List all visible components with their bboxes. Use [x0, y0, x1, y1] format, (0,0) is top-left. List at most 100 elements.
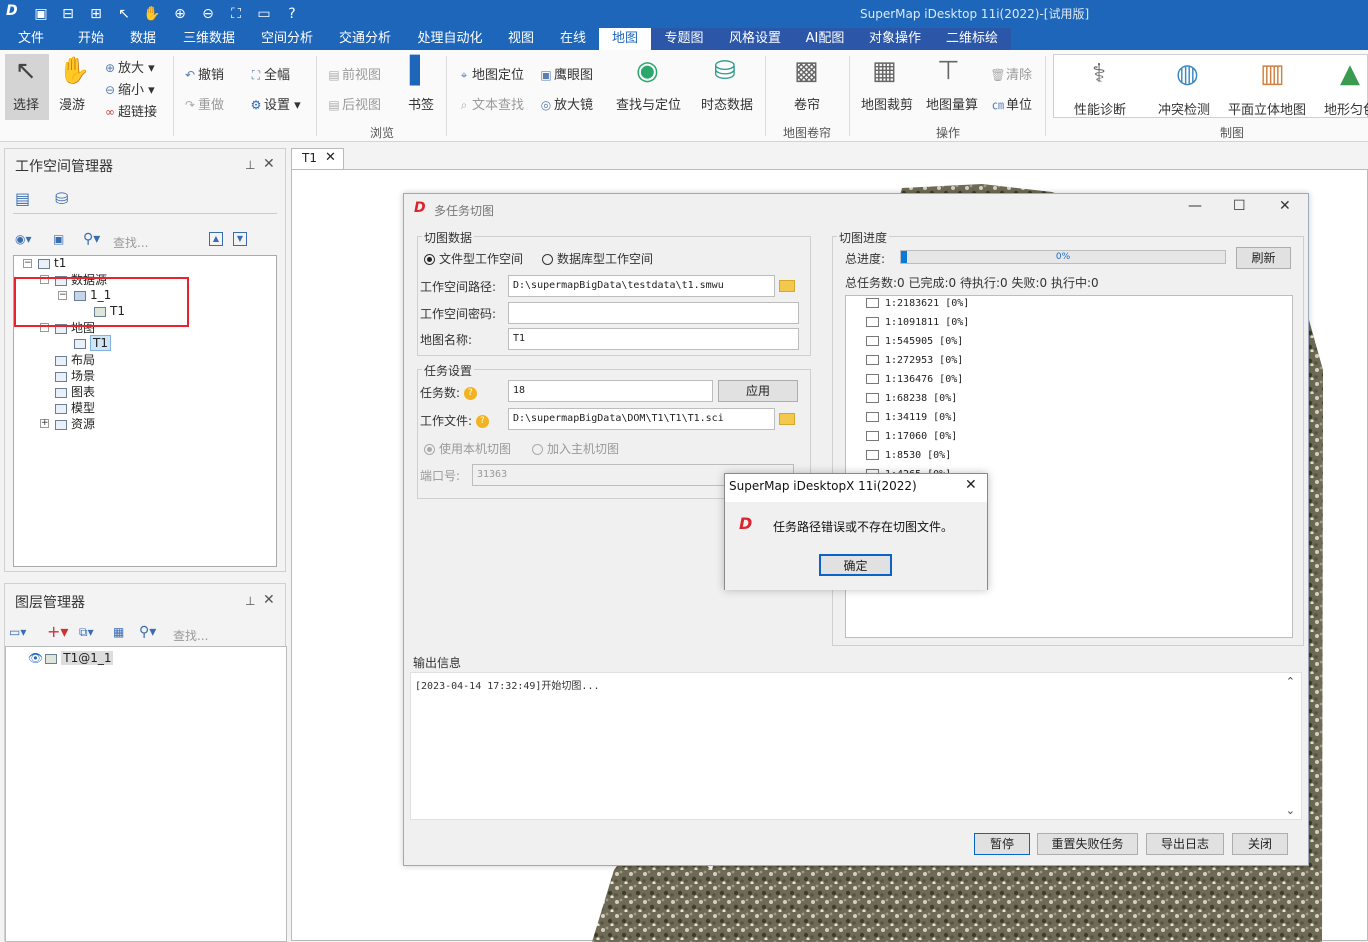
clear-button[interactable]: 🗑清除: [990, 64, 1032, 83]
map-measure-button[interactable]: ⊤ 地图量算: [923, 54, 981, 120]
redo-button[interactable]: ↷ 重做: [182, 94, 224, 113]
tree-node-scenes[interactable]: 场景: [55, 367, 95, 384]
list-item[interactable]: 1:2183621 [0%]: [866, 298, 969, 309]
conflict-check-button[interactable]: ◍ 冲突检测: [1148, 57, 1224, 118]
map-name-input[interactable]: T1: [508, 328, 799, 350]
pan-button[interactable]: ✋ 漫游: [54, 54, 90, 120]
tree-node-layouts[interactable]: 布局: [55, 351, 95, 368]
scroll-up-icon[interactable]: ⌃: [1286, 675, 1295, 688]
menu-start[interactable]: 开始: [68, 28, 114, 50]
output-log[interactable]: [2023-04-14 17:32:49]开始切图... ⌃ ⌄: [410, 672, 1302, 820]
menu-view[interactable]: 视图: [500, 28, 542, 50]
db-workspace-radio[interactable]: 数据库型工作空间: [542, 250, 653, 267]
menu-spatial-analysis[interactable]: 空间分析: [254, 28, 320, 50]
ok-button[interactable]: 确定: [819, 554, 892, 576]
prev-view-button[interactable]: ▤ 前视图: [326, 64, 381, 83]
list-item[interactable]: 1:68238 [0%]: [866, 393, 957, 404]
join-master-radio[interactable]: 加入主机切图: [532, 440, 619, 457]
doc-tab-t1[interactable]: T1 ✕: [291, 148, 344, 169]
pause-button[interactable]: 暂停: [974, 833, 1030, 855]
add-icon[interactable]: +▾: [47, 622, 68, 641]
task-count-input[interactable]: 18: [508, 380, 713, 402]
settings-button[interactable]: ⚙ 设置 ▾: [248, 94, 301, 113]
refresh-button[interactable]: 刷新: [1236, 247, 1291, 269]
menu-map[interactable]: 地图: [599, 28, 651, 50]
use-local-radio[interactable]: 使用本机切图: [424, 440, 511, 457]
list-item[interactable]: 1:272953 [0%]: [866, 355, 963, 366]
tree-node-resources[interactable]: 资源: [55, 415, 95, 432]
browse-folder-icon[interactable]: [779, 280, 795, 292]
workspace-tab-icon[interactable]: ▤: [15, 189, 30, 208]
ws-path-input[interactable]: D:\supermapBigData\testdata\t1.smwu: [508, 275, 775, 297]
layer-style-icon[interactable]: ▦: [113, 625, 124, 639]
temporal-data-button[interactable]: ⛁ 时态数据: [698, 54, 758, 120]
menu-data[interactable]: 数据: [120, 28, 166, 50]
collapse-toggle[interactable]: −: [23, 259, 32, 268]
list-item[interactable]: 1:17060 [0%]: [866, 431, 957, 442]
swipe-button[interactable]: ▩ 卷帘: [786, 54, 830, 120]
menu-file[interactable]: 文件: [8, 28, 54, 50]
full-extent-button[interactable]: ⛶ 全幅: [248, 64, 290, 83]
view-icon[interactable]: ◉▾: [15, 232, 32, 246]
tree-node-charts[interactable]: 图表: [55, 383, 95, 400]
search-icon[interactable]: ⚲▾: [139, 624, 156, 640]
minimize-icon[interactable]: —: [1188, 198, 1202, 214]
menu-ai-color[interactable]: AI配图: [793, 28, 857, 50]
zoom-out-icon[interactable]: ⊖: [198, 4, 218, 24]
folder-icon[interactable]: ▭: [254, 4, 274, 24]
eye-icon[interactable]: 👁: [28, 651, 43, 665]
close-tab-icon[interactable]: ✕: [325, 150, 336, 165]
database-tab-icon[interactable]: ⛁: [55, 189, 68, 208]
menu-3d-data[interactable]: 三维数据: [176, 28, 242, 50]
zoom-in-button[interactable]: ⊕ 放大 ▾: [102, 57, 155, 76]
work-file-input[interactable]: D:\supermapBigData\DOM\T1\T1\T1.sci: [508, 408, 775, 430]
list-item[interactable]: 1:136476 [0%]: [866, 374, 963, 385]
tree-node-models[interactable]: 模型: [55, 399, 95, 416]
apply-button[interactable]: 应用: [718, 380, 798, 402]
layer-group-icon[interactable]: ⧉▾: [79, 625, 94, 640]
unit-button[interactable]: ㎝单位: [990, 94, 1032, 113]
menu-thematic[interactable]: 专题图: [651, 28, 717, 50]
menu-traffic-analysis[interactable]: 交通分析: [332, 28, 398, 50]
zoom-out-button[interactable]: ⊖ 缩小 ▾: [102, 79, 155, 98]
list-item[interactable]: 1:34119 [0%]: [866, 412, 957, 423]
close-button[interactable]: 关闭: [1232, 833, 1288, 855]
maximize-icon[interactable]: ☐: [1233, 198, 1246, 214]
list-item[interactable]: 1:545905 [0%]: [866, 336, 963, 347]
properties-icon[interactable]: ▣: [53, 232, 64, 246]
reset-failed-button[interactable]: 重置失败任务: [1037, 833, 1138, 855]
tree-node-map-t1[interactable]: T1: [74, 335, 111, 351]
magnifier-button[interactable]: ◎ 放大镜: [538, 94, 593, 113]
workspace-search-input[interactable]: 查找...: [113, 234, 148, 251]
undo-button[interactable]: ↶ 撤销: [182, 64, 224, 83]
list-item[interactable]: 1:8530 [0%]: [866, 450, 951, 461]
list-item[interactable]: 1:1091811 [0%]: [866, 317, 969, 328]
help-icon[interactable]: ?: [463, 387, 477, 400]
menu-style[interactable]: 风格设置: [717, 28, 793, 50]
expand-toggle[interactable]: +: [40, 419, 49, 428]
save-icon[interactable]: ▣: [31, 4, 51, 24]
open-icon[interactable]: ⊟: [58, 4, 78, 24]
close-icon[interactable]: ✕: [1279, 198, 1291, 214]
text-find-button[interactable]: ⌕ 文本查找: [456, 94, 524, 113]
export-log-button[interactable]: 导出日志: [1146, 833, 1224, 855]
close-icon[interactable]: ✕: [263, 592, 275, 608]
select-button[interactable]: ↖ 选择: [5, 54, 49, 120]
add-layer-icon[interactable]: ▭▾: [9, 625, 26, 639]
map-clip-button[interactable]: ▦ 地图裁剪: [858, 54, 916, 120]
pin-icon[interactable]: ⊥: [245, 594, 255, 608]
next-view-button[interactable]: ▤ 后视图: [326, 94, 381, 113]
find-locate-button[interactable]: ◉ 查找与定位: [614, 54, 686, 120]
select-tool-icon[interactable]: ↖: [114, 4, 134, 24]
browse-folder-icon[interactable]: [779, 413, 795, 425]
move-up-icon[interactable]: ▲: [209, 232, 223, 246]
pin-icon[interactable]: ⊥: [245, 158, 255, 172]
menu-automation[interactable]: 处理自动化: [410, 28, 490, 50]
move-down-icon[interactable]: ▼: [233, 232, 247, 246]
hyperlink-button[interactable]: ∞ 超链接: [102, 101, 157, 120]
close-icon[interactable]: ✕: [263, 156, 275, 172]
close-icon[interactable]: ✕: [965, 477, 977, 493]
file-workspace-radio[interactable]: 文件型工作空间: [424, 250, 523, 267]
bookmark-button[interactable]: ▌ 书签: [404, 54, 440, 120]
search-icon[interactable]: ⚲▾: [83, 231, 100, 247]
